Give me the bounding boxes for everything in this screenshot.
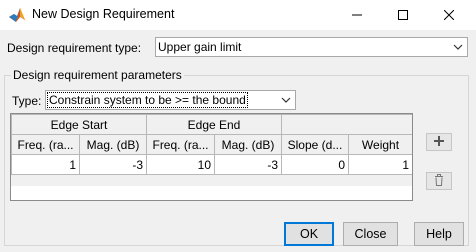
column-header[interactable]: Weight xyxy=(348,134,413,155)
add-row-button[interactable] xyxy=(426,133,452,151)
requirement-type-dropdown[interactable]: Upper gain limit xyxy=(155,37,468,57)
chevron-down-icon xyxy=(279,91,293,109)
type-label: Type: xyxy=(12,94,42,108)
bound-type-value: Constrain system to be >= the bound xyxy=(47,92,248,108)
matlab-icon xyxy=(8,6,26,24)
plus-icon xyxy=(433,135,445,150)
column-header[interactable]: Mag. (dB) xyxy=(79,134,147,155)
table-group-header-row: Edge Start Edge End xyxy=(11,114,413,135)
table-cell[interactable]: 1 xyxy=(11,154,80,175)
group-header-edge-end: Edge End xyxy=(146,114,282,135)
table-cell[interactable]: 0 xyxy=(281,154,349,175)
table-cell[interactable]: 10 xyxy=(146,154,215,175)
close-button[interactable]: Close xyxy=(343,222,398,246)
close-icon xyxy=(444,10,454,20)
ok-button[interactable]: OK xyxy=(284,222,334,246)
group-header-blank xyxy=(281,114,413,135)
requirement-type-label: Design requirement type: xyxy=(7,41,142,55)
minimize-button[interactable] xyxy=(334,0,380,30)
window-title: New Design Requirement xyxy=(32,7,175,21)
table-header-row: Freq. (ra... Mag. (dB) Freq. (ra... Mag.… xyxy=(11,134,413,155)
help-button[interactable]: Help xyxy=(414,222,464,246)
maximize-button[interactable] xyxy=(380,0,426,30)
trash-icon xyxy=(433,173,445,189)
table-row: 1 -3 10 -3 0 1 xyxy=(11,154,413,175)
requirement-type-value: Upper gain limit xyxy=(158,40,242,54)
column-header[interactable]: Slope (d... xyxy=(281,134,349,155)
bound-type-dropdown[interactable]: Constrain system to be >= the bound xyxy=(45,90,296,110)
table-cell[interactable]: -3 xyxy=(214,154,282,175)
dialog-window: New Design Requirement Design requiremen… xyxy=(0,0,476,252)
title-bar: New Design Requirement xyxy=(0,0,476,30)
minimize-icon xyxy=(352,10,362,20)
edge-table: Edge Start Edge End Freq. (ra... Mag. (d… xyxy=(11,114,413,175)
table-empty-area xyxy=(11,186,412,200)
dialog-content: Design requirement type: Upper gain limi… xyxy=(0,30,476,252)
chevron-down-icon xyxy=(451,38,465,56)
group-header-edge-start: Edge Start xyxy=(11,114,147,135)
close-window-button[interactable] xyxy=(426,0,472,30)
maximize-icon xyxy=(398,10,408,20)
table-cell[interactable]: -3 xyxy=(79,154,147,175)
column-header[interactable]: Freq. (ra... xyxy=(11,134,80,155)
column-header[interactable]: Mag. (dB) xyxy=(214,134,282,155)
delete-row-button[interactable] xyxy=(426,172,452,190)
table-cell[interactable]: 1 xyxy=(348,154,413,175)
parameters-group-title: Design requirement parameters xyxy=(11,68,184,82)
column-header[interactable]: Freq. (ra... xyxy=(146,134,215,155)
